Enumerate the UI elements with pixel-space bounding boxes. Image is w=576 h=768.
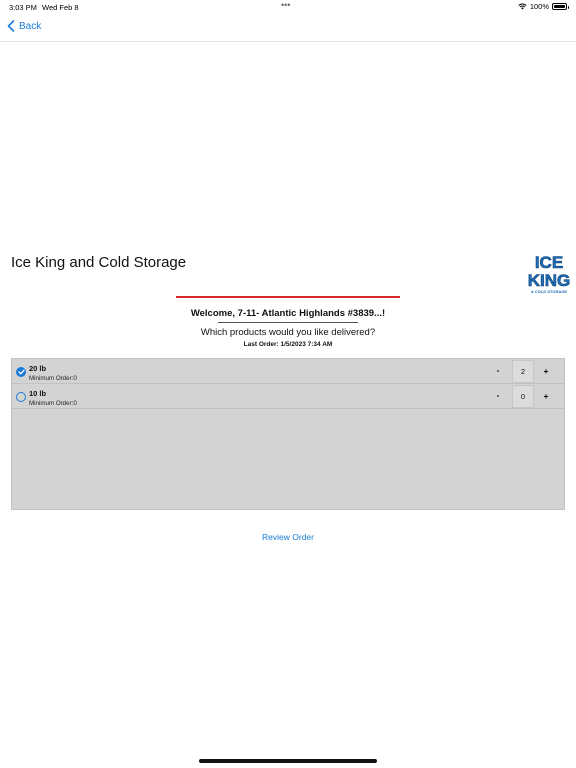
logo-subtext: & COLD STORAGE <box>531 289 567 294</box>
product-row[interactable]: 20 lb Minimum Order:0 - 2 + <box>12 359 564 384</box>
product-name: 10 lb <box>29 389 47 398</box>
multitasking-dots-icon[interactable]: ••• <box>281 0 290 10</box>
navigation-bar: Back <box>0 14 576 42</box>
product-name: 20 lb <box>29 364 47 373</box>
back-button[interactable]: Back <box>7 20 41 32</box>
status-bar: 3:03 PM Wed Feb 8 ••• 100% <box>0 0 576 14</box>
empty-circle-icon[interactable] <box>16 392 26 402</box>
review-order-button[interactable]: Review Order <box>0 532 576 542</box>
logo-text-top: ICE <box>535 253 563 272</box>
quantity-field[interactable]: 0 <box>512 385 534 408</box>
increment-button[interactable]: + <box>540 363 552 379</box>
quantity-field[interactable]: 2 <box>512 360 534 383</box>
home-indicator[interactable] <box>199 759 377 763</box>
product-list: 20 lb Minimum Order:0 - 2 + 10 lb Minimu… <box>11 358 565 510</box>
checkmark-circle-icon[interactable] <box>16 367 26 377</box>
ice-king-logo: ICE KING & COLD STORAGE <box>527 253 571 294</box>
logo-text-bottom: KING <box>528 271 571 290</box>
decrement-button[interactable]: - <box>492 388 504 404</box>
gray-divider <box>218 322 358 323</box>
decrement-button[interactable]: - <box>492 363 504 379</box>
red-divider <box>176 296 400 298</box>
product-minimum-order: Minimum Order:0 <box>29 375 77 382</box>
delivery-question: Which products would you like delivered? <box>200 327 376 338</box>
status-date: Wed Feb 8 <box>42 3 79 12</box>
wifi-icon <box>518 3 527 10</box>
status-indicators: 100% <box>518 2 569 11</box>
battery-percentage: 100% <box>529 2 549 11</box>
company-title: Ice King and Cold Storage <box>11 254 187 271</box>
status-time: 3:03 PM <box>9 3 37 12</box>
battery-icon <box>552 3 569 10</box>
product-row[interactable]: 10 lb Minimum Order:0 - 0 + <box>12 384 564 409</box>
back-label: Back <box>19 20 42 32</box>
increment-button[interactable]: + <box>540 388 552 404</box>
chevron-left-icon <box>7 20 15 32</box>
last-order-date: Last Order: 1/5/2023 7:34 AM <box>243 341 333 348</box>
product-minimum-order: Minimum Order:0 <box>29 400 77 407</box>
welcome-message: Welcome, 7-11- Atlantic Highlands #3839.… <box>190 308 386 319</box>
